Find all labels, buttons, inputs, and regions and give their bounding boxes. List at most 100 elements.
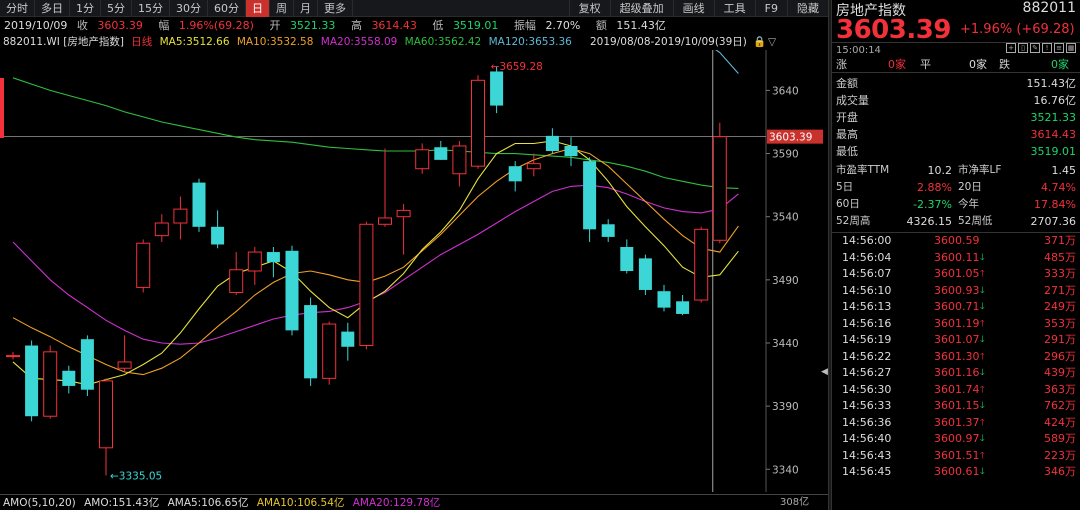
- candle-body: [304, 305, 318, 379]
- metric-label: 52周低: [958, 215, 993, 227]
- amp-label: 幅: [158, 19, 170, 32]
- candle-body: [657, 291, 671, 308]
- down-arrow-icon: 🡓: [980, 252, 985, 263]
- tool-button[interactable]: 复权: [568, 0, 610, 17]
- y-tick-label: 3590: [772, 149, 799, 161]
- grid-icon[interactable]: ▦: [1066, 43, 1076, 53]
- ama20-value: AMA20:129.78亿: [352, 497, 441, 509]
- index-code: 882011: [1022, 0, 1076, 16]
- up-arrow-icon: 🡑: [980, 351, 985, 362]
- period-tab[interactable]: 分时: [0, 0, 35, 17]
- tool-button[interactable]: 画线: [672, 0, 714, 17]
- metric-value: 1.45: [1051, 164, 1077, 177]
- stats-list: 金额 151.43亿 成交量 16.76亿 开盘 3521.33 最高 3614.43 最低 35…: [832, 75, 1080, 160]
- tick-time: 14:56:19: [842, 333, 892, 346]
- period-tab[interactable]: 月: [294, 0, 318, 17]
- candle-body: [43, 351, 58, 417]
- tick-row: 14:56:22 3601.30 🡑 296万: [832, 349, 1080, 366]
- candle-body: [99, 380, 113, 449]
- menu-icon[interactable]: ≡: [1054, 43, 1064, 53]
- period-tab[interactable]: 60分: [208, 0, 246, 17]
- period-tab[interactable]: 30分: [170, 0, 208, 17]
- add-icon[interactable]: +: [1006, 43, 1016, 53]
- candle-body: [564, 145, 578, 157]
- down-arrow-icon: 🡓: [980, 368, 985, 378]
- low-label: 低: [432, 19, 444, 32]
- tick-row: 14:56:13 3600.71 🡓 249万: [832, 299, 1080, 316]
- metric-label: 60日: [836, 198, 860, 210]
- candle-body: [694, 228, 709, 301]
- valuation-row: 市盈率TTM 10.2 市净率LF 1.45: [832, 162, 1080, 179]
- dropdown-icon[interactable]: ▽: [768, 34, 776, 50]
- tick-row: 14:56:00 3600.59 371万: [832, 233, 1080, 250]
- candle-body: [359, 223, 374, 347]
- period-tab[interactable]: 15分: [132, 0, 170, 17]
- tool-button[interactable]: F9: [754, 0, 787, 17]
- candle-body: [192, 182, 206, 227]
- lock-icon[interactable]: 🔒: [753, 34, 766, 50]
- period-tab[interactable]: 1分: [70, 0, 101, 17]
- period-tabs: 分时 多日 1分 5分 15分 30分 60分日周月更多: [0, 0, 353, 17]
- down-arrow-icon: 🡓: [980, 285, 985, 296]
- vol-axis-tick: 308亿: [780, 497, 810, 508]
- alert-icon[interactable]: !: [1042, 43, 1052, 53]
- ama10-value: AMA10:106.54亿: [256, 497, 345, 509]
- low-value: 3519.01: [452, 19, 499, 32]
- tick-price: 3601.05: [934, 267, 980, 280]
- panel-header: 房地产指数 882011 3603.39 +1.96% (+69.28): [832, 0, 1080, 45]
- period-label[interactable]: 日线: [131, 36, 152, 48]
- stat-label: 最低: [836, 145, 858, 158]
- down-arrow-icon: 🡓: [980, 401, 985, 411]
- tool-button[interactable]: 隐藏: [787, 0, 828, 17]
- up-arrow-icon: 🡑: [980, 318, 985, 329]
- tick-price: 3601.16: [934, 366, 980, 379]
- last-price-label: 3603.39: [769, 132, 812, 144]
- valuation-grid: 市盈率TTM 10.2 市净率LF 1.45 5日 2.88% 20日 4.74% 60日 -2.…: [832, 162, 1080, 230]
- collapse-arrow-icon[interactable]: ◀: [821, 365, 829, 379]
- y-tick-label: 3440: [772, 338, 799, 350]
- flat-count: 0家: [969, 58, 987, 71]
- period-tab[interactable]: 多日: [35, 0, 70, 17]
- up-arrow-icon: 🡑: [980, 269, 985, 279]
- candle-body: [25, 345, 39, 417]
- tool-button[interactable]: 工具: [713, 0, 755, 17]
- metric-value: -2.37%: [913, 198, 952, 211]
- ma5-legend: MA5:3512.66: [159, 36, 230, 48]
- period-tab[interactable]: 周: [270, 0, 294, 17]
- note-icon[interactable]: ✎: [1030, 43, 1040, 53]
- valuation-row: 60日 -2.37% 今年 17.84%: [832, 196, 1080, 213]
- candle-body: [62, 370, 76, 386]
- tick-time: 14:56:04: [842, 250, 892, 264]
- tick-time: 14:56:07: [842, 267, 892, 280]
- metric-label: 20日: [958, 181, 982, 193]
- candle-body: [117, 361, 132, 369]
- ma10-legend: MA10:3532.58: [236, 36, 314, 48]
- amp-value: 1.96%(69.28): [178, 19, 254, 32]
- price-change: +1.96% (+69.28): [960, 22, 1075, 37]
- instrument-code: 882011.WI [房地产指数]: [3, 36, 124, 48]
- period-tab[interactable]: 5分: [101, 0, 132, 17]
- candle-body: [211, 226, 225, 245]
- period-tab[interactable]: 更多: [318, 0, 353, 17]
- metric-value: 4.74%: [1041, 181, 1076, 194]
- quote-panel: 房地产指数 882011 3603.39 +1.96% (+69.28) 15:…: [832, 0, 1080, 510]
- kline-chart[interactable]: 3640 3590 3540 3490 3440 3390 3340 3603.39 ←3659…: [0, 26, 828, 492]
- ma60-legend: MA60:3562.42: [404, 36, 482, 48]
- tick-time: 14:56:00: [842, 234, 892, 247]
- tick-volume: 223万: [1044, 448, 1076, 462]
- period-tab[interactable]: 日: [246, 0, 270, 17]
- mobile-icon[interactable]: ▯: [1018, 43, 1028, 53]
- candle-body: [471, 79, 485, 167]
- kline-svg[interactable]: 3640 3590 3540 3490 3440 3390 3340 3603.39 ←3659…: [0, 26, 828, 492]
- tool-button[interactable]: 超级叠加: [609, 0, 673, 17]
- date-range: 2019/08/08-2019/10/09(39日): [590, 36, 747, 48]
- candle-body: [638, 258, 652, 290]
- down-arrow-icon: 🡓: [980, 434, 985, 444]
- tick-row: 14:56:04 3600.11 🡓 485万: [832, 250, 1080, 267]
- stat-value: 151.43亿: [1026, 77, 1077, 90]
- candle-body: [545, 135, 559, 152]
- candle-body: [80, 339, 94, 390]
- candle-body: [173, 208, 188, 224]
- low-annotation: ←3335.05: [110, 471, 162, 483]
- candle-body: [526, 163, 541, 170]
